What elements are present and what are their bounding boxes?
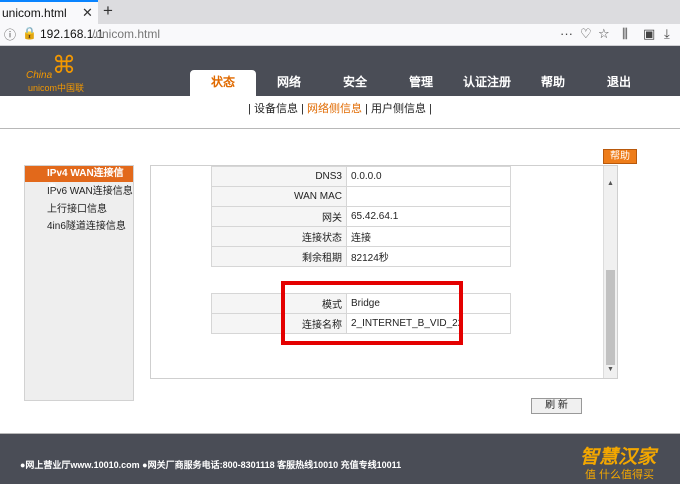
unicom-logo: ⌘ China unicom中国联通 — [22, 52, 92, 107]
browser-address-bar: ⓘ 🔒 192.168.1.1 /unicom.html ··· ♡ ☆ ⫼ ▣… — [0, 24, 680, 46]
nav-tab-management[interactable]: 管理 — [388, 70, 454, 96]
wan-info-table: DNS3 0.0.0.0 WAN MAC 网关 65.42.64.1 连接状态 … — [211, 166, 511, 267]
nav-tab-registration[interactable]: 认证注册 — [454, 70, 520, 96]
row-label-status: 连接状态 — [211, 226, 347, 247]
table-row: 剩余租期 82124秒 — [211, 246, 511, 267]
row-value-wan-mac — [346, 186, 511, 207]
wan-info-scroll-area[interactable]: DNS3 0.0.0.0 WAN MAC 网关 65.42.64.1 连接状态 … — [150, 165, 618, 379]
sidebar-icon[interactable]: ▣ — [643, 26, 655, 42]
scrollbar-thumb[interactable] — [606, 270, 615, 365]
row-label-gateway: 网关 — [211, 206, 347, 227]
subnav-sep: | — [429, 103, 432, 115]
insecure-lock-icon[interactable]: 🔒 — [22, 26, 37, 40]
browser-tab[interactable]: unicom.html ✕ — [0, 0, 98, 24]
pocket-icon[interactable]: ♡ — [580, 26, 592, 42]
row-value-gateway: 65.42.64.1 — [346, 206, 511, 227]
tab-title: unicom.html — [2, 6, 67, 20]
subnav-network-info[interactable]: 网络侧信息 — [307, 103, 362, 115]
nav-tab-status[interactable]: 状态 — [190, 70, 256, 96]
red-highlight-box — [281, 281, 463, 345]
sub-nav: | 设备信息 | 网络侧信息 | 用户侧信息 | — [0, 96, 680, 124]
table-row: WAN MAC — [211, 186, 511, 207]
footer: ●网上营业厅www.10010.com ●网关厂商服务电话:800-830111… — [0, 434, 680, 484]
unicom-knot-icon: ⌘ — [52, 52, 76, 79]
row-label-wan-mac: WAN MAC — [211, 186, 347, 207]
row-value-dns3: 0.0.0.0 — [346, 166, 511, 187]
sidebar-item-uplink[interactable]: 上行接口信息 — [25, 202, 133, 218]
nav-tab-help[interactable]: 帮助 — [520, 70, 586, 96]
router-header: ⌘ China unicom中国联通 状态网络安全管理认证注册帮助退出 — [0, 46, 680, 107]
browser-tab-bar: unicom.html ✕ + — [0, 0, 680, 24]
scroll-up-icon[interactable]: ▲ — [604, 178, 617, 190]
bookmark-star-icon[interactable]: ☆ — [598, 26, 610, 42]
row-label-lease: 剩余租期 — [211, 246, 347, 267]
sidebar-item-4in6[interactable]: 4in6隧道连接信息 — [25, 219, 133, 235]
download-icon[interactable]: ⤓ — [664, 26, 670, 42]
subnav-sep: | — [248, 103, 251, 115]
subnav-sep: | — [365, 103, 368, 115]
refresh-button[interactable]: 刷 新 — [531, 398, 582, 414]
watermark-text: 智慧汉家 — [580, 447, 657, 468]
watermark-sub-text: 值 什么值得买 — [585, 469, 655, 481]
table-row: DNS3 0.0.0.0 — [211, 166, 511, 187]
subnav-user-info[interactable]: 用户侧信息 — [371, 103, 426, 115]
sidebar-item-ipv4-wan[interactable]: IPv4 WAN连接信息 — [25, 166, 133, 195]
row-value-lease: 82124秒 — [346, 246, 511, 267]
scroll-down-icon[interactable]: ▼ — [604, 364, 617, 376]
table-row: 连接状态 连接 — [211, 226, 511, 247]
logo-china-text: China — [26, 70, 53, 81]
subnav-sep: | — [301, 103, 304, 115]
subnav-device-info[interactable]: 设备信息 — [254, 103, 298, 115]
vertical-scrollbar[interactable]: ▲ ▼ — [603, 166, 617, 378]
table-row: 网关 65.42.64.1 — [211, 206, 511, 227]
nav-tab-security[interactable]: 安全 — [322, 70, 388, 96]
footer-contact-text: ●网上营业厅www.10010.com ●网关厂商服务电话:800-830111… — [20, 460, 402, 470]
nav-tab-network[interactable]: 网络 — [256, 70, 322, 96]
close-icon[interactable]: ✕ — [82, 5, 93, 21]
url-path[interactable]: /unicom.html — [92, 27, 160, 41]
help-button[interactable]: 帮助 — [603, 149, 637, 164]
new-tab-button[interactable]: + — [103, 1, 113, 21]
row-value-status: 连接 — [346, 226, 511, 247]
side-menu: IPv4 WAN连接信息 IPv6 WAN连接信息 上行接口信息 4in6隧道连… — [24, 165, 134, 401]
info-icon[interactable]: ⓘ — [4, 26, 16, 43]
row-label-dns3: DNS3 — [211, 166, 347, 187]
library-icon[interactable]: ⫼ — [622, 26, 628, 42]
nav-tab-logout[interactable]: 退出 — [586, 70, 652, 96]
sidebar-item-ipv6-wan[interactable]: IPv6 WAN连接信息 — [25, 184, 133, 200]
more-icon[interactable]: ··· — [560, 26, 573, 41]
